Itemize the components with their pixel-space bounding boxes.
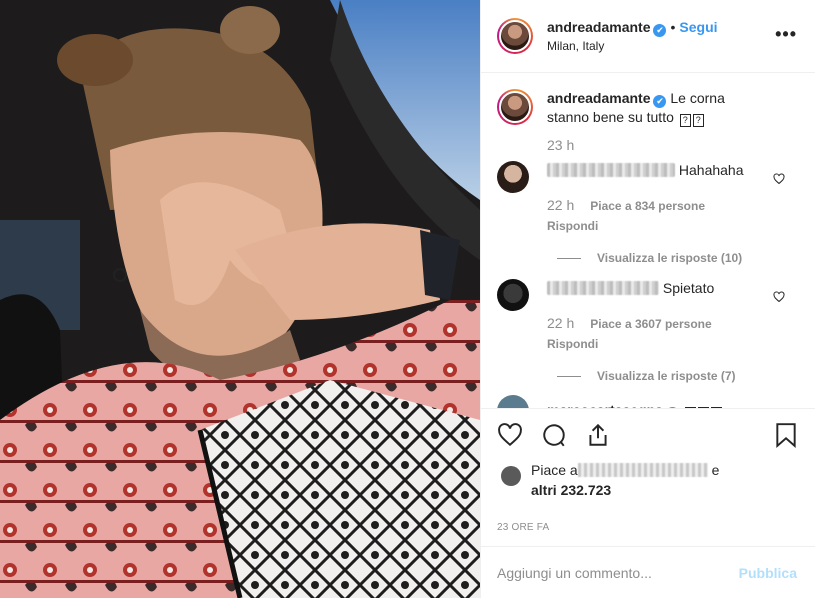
separator-dot: •	[670, 18, 676, 35]
comment-input[interactable]	[497, 564, 727, 581]
comment-likes[interactable]: Piace a 3607 persone	[590, 317, 711, 331]
more-options-icon[interactable]: •••	[775, 24, 797, 45]
caption-text-block: andreadamante ✔ Le corna stanno bene su t…	[547, 89, 767, 127]
comment-time[interactable]: 22 h	[547, 315, 574, 331]
view-replies-link[interactable]: Visualizza le risposte (7)	[557, 369, 799, 383]
comment-item: Hahahaha 22 h Piace a 834 persone Rispond…	[497, 161, 799, 265]
publish-button[interactable]: Pubblica	[739, 565, 797, 581]
comment-item: Spietato 22 h Piace a 3607 persone Rispon…	[497, 279, 799, 383]
likes-summary: Piace a e altri 232.723	[481, 460, 815, 512]
comment-like-heart-icon[interactable]	[773, 291, 785, 303]
comment-text: Spietato	[662, 280, 715, 296]
comment-like-heart-icon[interactable]	[773, 173, 785, 185]
caption-username[interactable]: andreadamante	[547, 90, 650, 106]
post-photo-illustration	[0, 0, 480, 598]
author-username[interactable]: andreadamante	[547, 19, 650, 35]
share-icon[interactable]	[585, 422, 611, 448]
caption-time: 23 h	[547, 137, 575, 153]
view-replies-label: Visualizza le risposte (10)	[597, 251, 743, 265]
likes-suffix: e	[711, 462, 720, 478]
liker-avatar[interactable]	[501, 466, 521, 486]
commenter-avatar[interactable]	[497, 279, 529, 311]
emoji-glyph: ?	[679, 114, 691, 127]
reply-button[interactable]: Rispondi	[547, 219, 767, 233]
action-bar	[481, 408, 815, 460]
likes-count[interactable]: altri 232.723	[531, 482, 611, 498]
verified-badge-icon: ✔	[653, 95, 667, 108]
comment-time[interactable]: 22 h	[547, 197, 574, 213]
add-comment-bar: Pubblica	[481, 546, 815, 598]
redacted-liker-name	[577, 463, 708, 477]
likes-prefix: Piace a	[531, 462, 578, 478]
comments-list[interactable]: andreadamante ✔ Le corna stanno bene su t…	[481, 73, 815, 408]
comment-text: Hahahaha	[678, 162, 744, 178]
comment-bubble-icon[interactable]	[541, 422, 567, 448]
comment-likes[interactable]: Piace a 834 persone	[590, 199, 705, 213]
view-replies-link[interactable]: Visualizza le risposte (10)	[557, 251, 799, 265]
view-replies-label: Visualizza le risposte (7)	[597, 369, 736, 383]
commenter-avatar[interactable]	[497, 161, 529, 193]
like-heart-icon[interactable]	[497, 422, 523, 448]
emoji-glyph: ?	[692, 114, 704, 127]
author-info: andreadamante ✔ • Segui Milan, Italy	[547, 18, 718, 55]
follow-button[interactable]: Segui	[679, 19, 717, 35]
caption: andreadamante ✔ Le corna stanno bene su t…	[497, 89, 799, 127]
redacted-username	[547, 163, 675, 177]
post-timestamp[interactable]: 23 ORE FA	[481, 512, 815, 546]
redacted-username	[547, 281, 659, 295]
post-header: andreadamante ✔ • Segui Milan, Italy •••	[481, 0, 815, 73]
save-bookmark-icon[interactable]	[775, 422, 797, 448]
author-avatar[interactable]	[497, 18, 533, 54]
instagram-post: andreadamante ✔ • Segui Milan, Italy ••• an…	[0, 0, 815, 598]
post-photo[interactable]	[0, 0, 480, 598]
post-sidebar: andreadamante ✔ • Segui Milan, Italy ••• an…	[480, 0, 815, 598]
commenter-avatar[interactable]	[497, 395, 529, 408]
reply-button[interactable]: Rispondi	[547, 337, 767, 351]
caption-author-avatar[interactable]	[497, 89, 533, 125]
comment-item: marcocartasegna✔ ???	[497, 395, 799, 408]
location-link[interactable]: Milan, Italy	[547, 37, 718, 55]
verified-badge-icon: ✔	[653, 23, 667, 37]
